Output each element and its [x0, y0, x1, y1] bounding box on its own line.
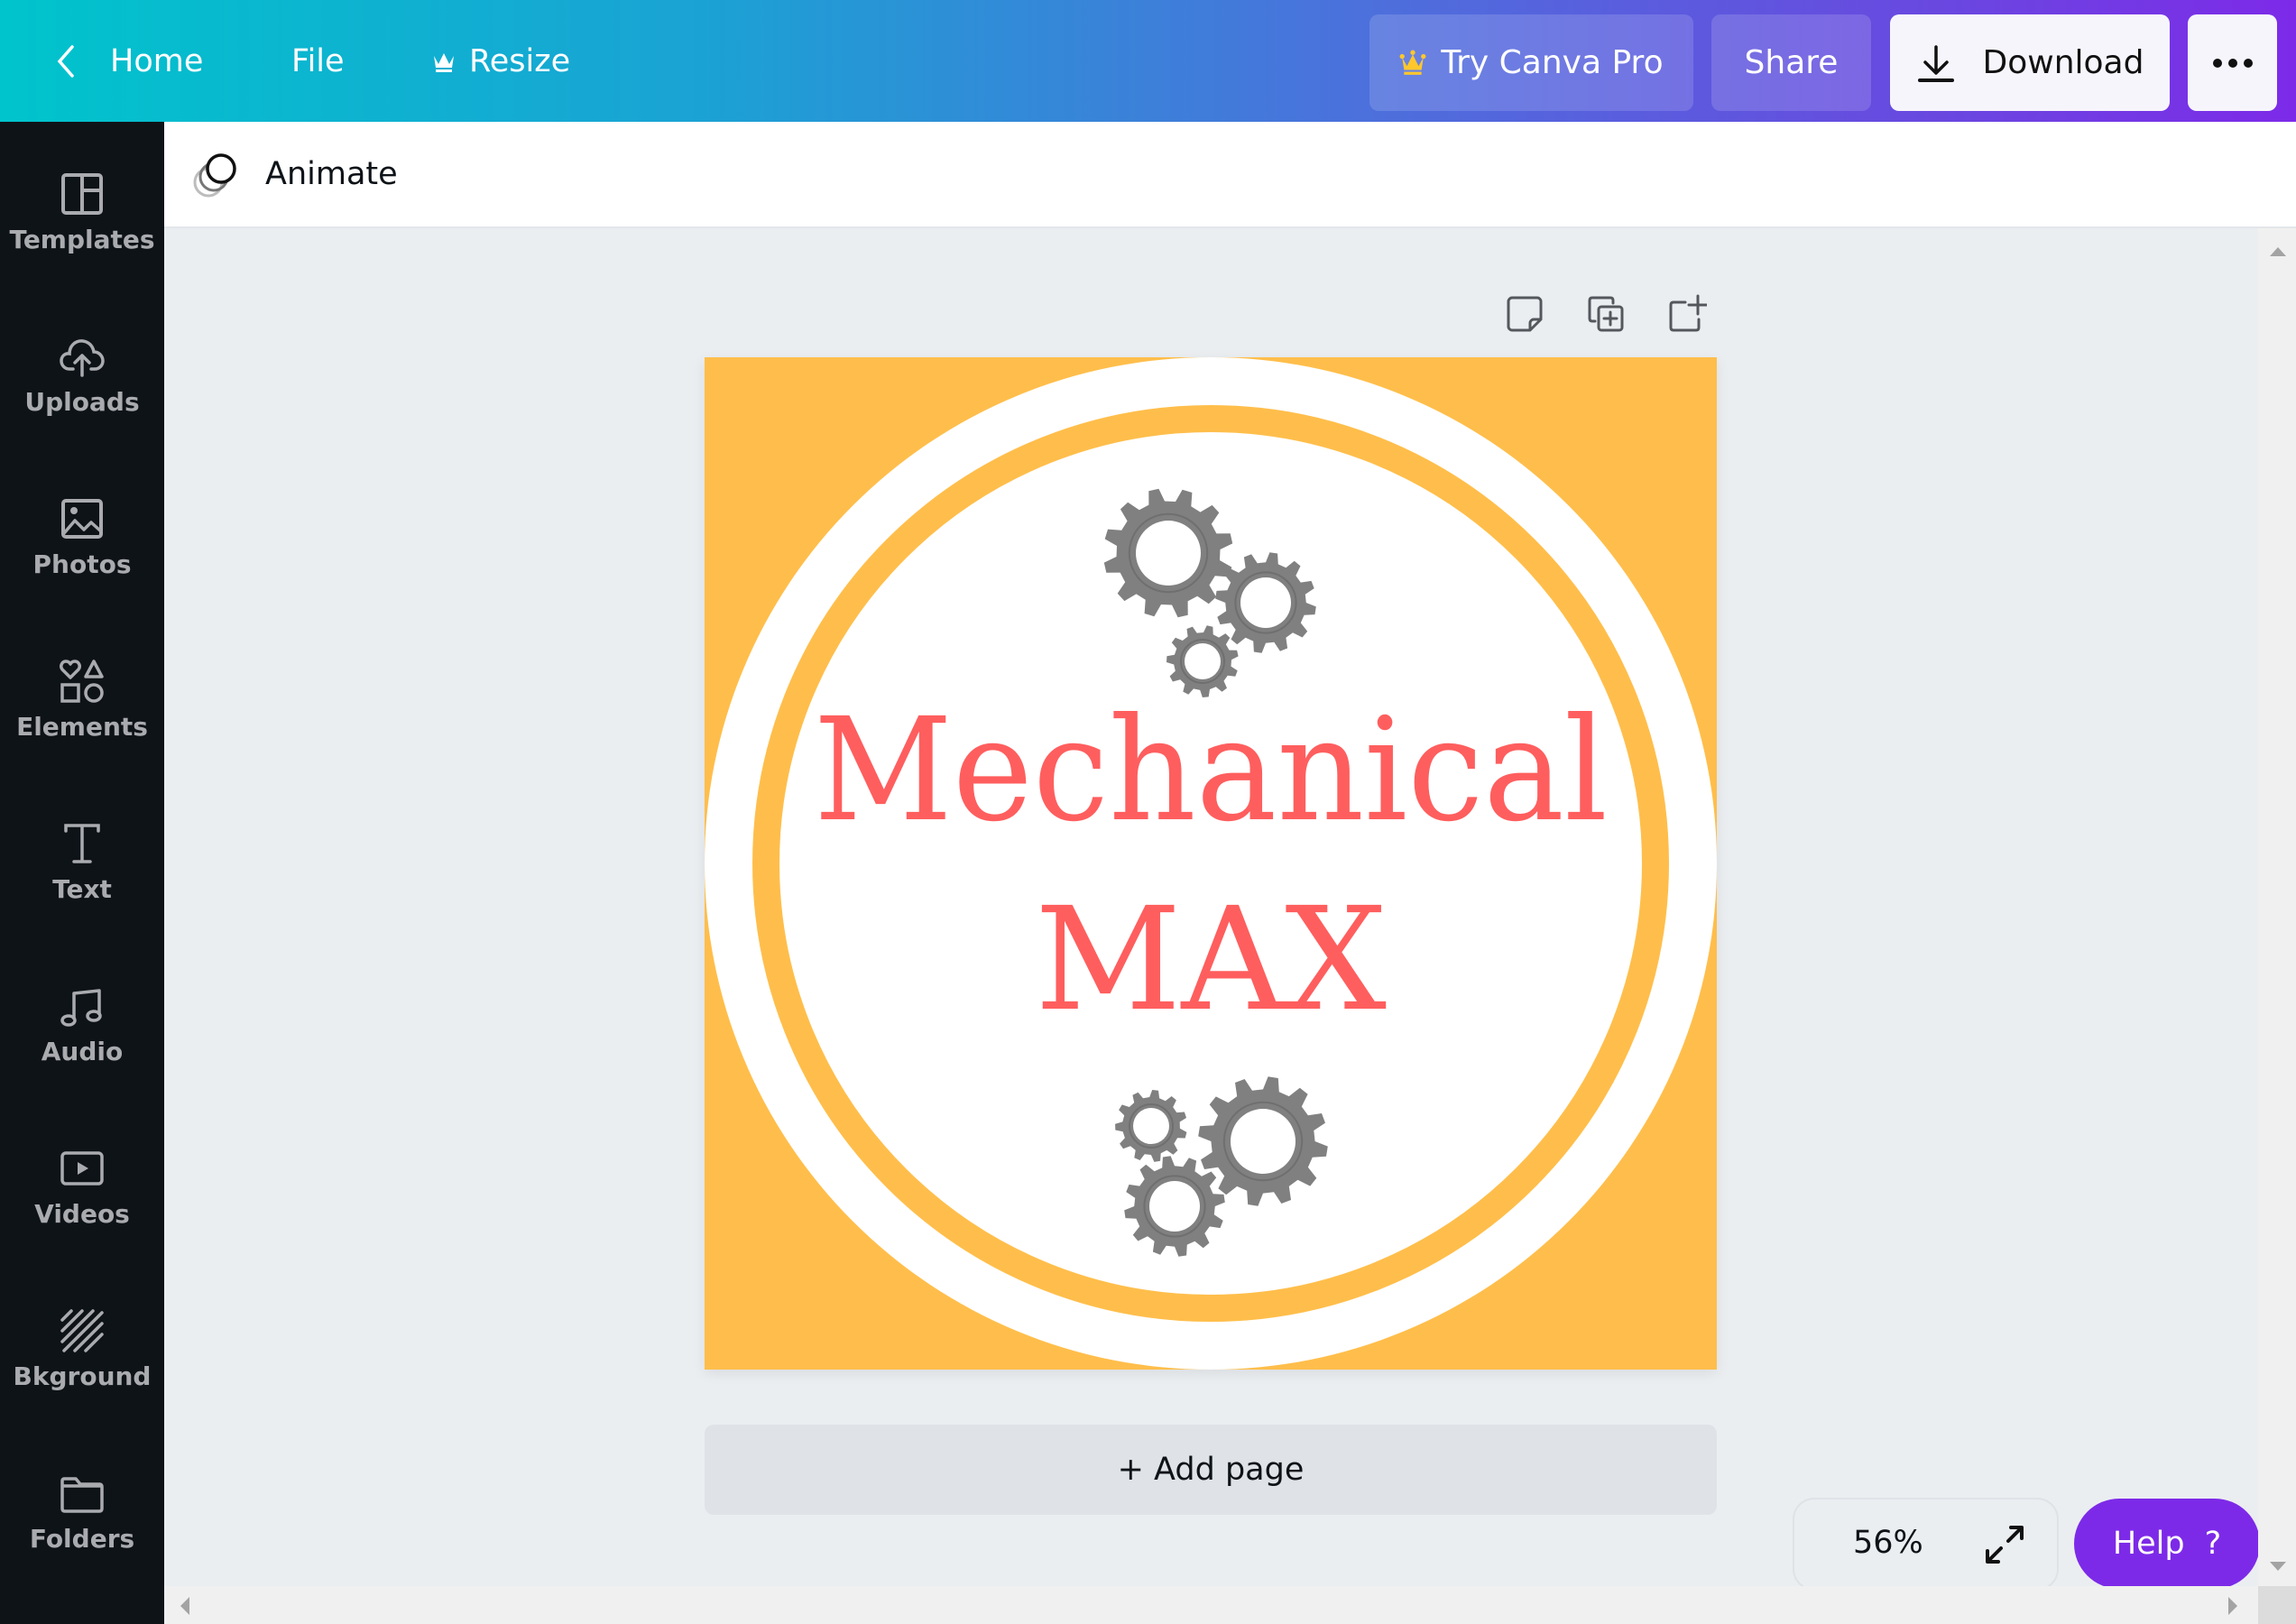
shapes-icon: [60, 659, 104, 703]
scroll-left-arrow[interactable]: [180, 1597, 189, 1615]
design-title-line2[interactable]: MAX: [1035, 877, 1387, 1043]
share-button[interactable]: Share: [1711, 14, 1871, 111]
resize-menu[interactable]: Resize: [431, 0, 570, 122]
file-menu[interactable]: File: [291, 0, 345, 122]
download-button[interactable]: Download: [1890, 14, 2170, 111]
sidebar-label: Uploads: [24, 386, 140, 417]
try-canva-pro-button[interactable]: Try Canva Pro: [1369, 14, 1693, 111]
sidebar-label: Videos: [34, 1198, 130, 1229]
help-question-icon: ?: [2204, 1526, 2222, 1562]
folder-icon: [60, 1476, 104, 1513]
cloud-upload-icon: [60, 338, 105, 377]
sidebar-label: Templates: [9, 224, 155, 254]
sidebar-label: Text: [52, 873, 112, 904]
page-tools: [1505, 294, 1707, 336]
sidebar-label: Folders: [29, 1523, 135, 1554]
sidebar-item-text[interactable]: Text: [0, 789, 164, 934]
notes-icon[interactable]: [1505, 294, 1544, 334]
sidebar-item-photos[interactable]: Photos: [0, 465, 164, 609]
try-canva-pro-label: Try Canva Pro: [1441, 44, 1664, 81]
sidebar-item-folders[interactable]: Folders: [0, 1439, 164, 1583]
animate-icon: [193, 153, 236, 198]
zoom-control: 56%: [1793, 1498, 2059, 1591]
help-button[interactable]: Help ?: [2074, 1499, 2260, 1589]
scroll-up-arrow[interactable]: [2270, 247, 2286, 256]
resize-label: Resize: [469, 42, 571, 79]
more-icon: [2212, 58, 2253, 68]
top-bar: Home File Resize Try Canva Pro Share Dow…: [0, 0, 2296, 122]
duplicate-page-icon[interactable]: [1586, 294, 1626, 334]
animate-label: Animate: [265, 156, 398, 192]
sidebar-item-audio[interactable]: Audio: [0, 952, 164, 1096]
vertical-scrollbar[interactable]: [2258, 228, 2296, 1586]
sidebar-item-videos[interactable]: Videos: [0, 1114, 164, 1259]
scrollbar-corner: [2258, 1586, 2296, 1624]
text-icon: [64, 823, 100, 863]
sidebar-label: Bkground: [13, 1361, 152, 1391]
music-note-icon: [60, 988, 102, 1027]
image-icon: [61, 498, 103, 539]
sidebar-item-uploads[interactable]: Uploads: [0, 302, 164, 447]
crown-icon: [434, 52, 454, 72]
chevron-left-icon: [57, 44, 74, 78]
sidebar-item-elements[interactable]: Elements: [0, 627, 164, 771]
sidebar-label: Photos: [32, 549, 132, 579]
scroll-down-arrow[interactable]: [2270, 1562, 2286, 1571]
sidebar-label: Elements: [16, 711, 148, 742]
sidebar-item-templates[interactable]: Templates: [0, 140, 164, 284]
download-label: Download: [1982, 44, 2144, 81]
more-options-button[interactable]: [2188, 14, 2277, 111]
help-label: Help: [2112, 1526, 2185, 1562]
templates-icon: [61, 172, 103, 215]
animate-button[interactable]: Animate: [191, 147, 398, 201]
download-icon: [1917, 44, 1954, 82]
design-page[interactable]: Mechanical MAX: [705, 357, 1717, 1370]
add-page-button[interactable]: + Add page: [705, 1425, 1717, 1515]
sidebar-label: Audio: [41, 1036, 124, 1066]
zoom-level[interactable]: 56%: [1853, 1525, 1923, 1561]
horizontal-scrollbar[interactable]: [164, 1586, 2258, 1624]
video-icon: [60, 1150, 104, 1186]
scroll-right-arrow[interactable]: [2228, 1597, 2237, 1615]
editor-toolbar: Animate: [164, 122, 2296, 228]
fullscreen-icon[interactable]: [1982, 1522, 2027, 1567]
design-title-line1[interactable]: Mechanical: [814, 687, 1608, 854]
sidebar-item-background[interactable]: Bkground: [0, 1277, 164, 1421]
back-button[interactable]: [47, 0, 83, 122]
home-link[interactable]: Home: [110, 0, 203, 122]
design-artwork: Mechanical MAX: [705, 357, 1717, 1370]
crown-icon: [1399, 50, 1426, 75]
sidebar: Templates Uploads Photos Elements Text A…: [0, 122, 164, 1624]
background-stripes-icon: [60, 1308, 104, 1352]
add-page-icon[interactable]: [1667, 294, 1707, 334]
